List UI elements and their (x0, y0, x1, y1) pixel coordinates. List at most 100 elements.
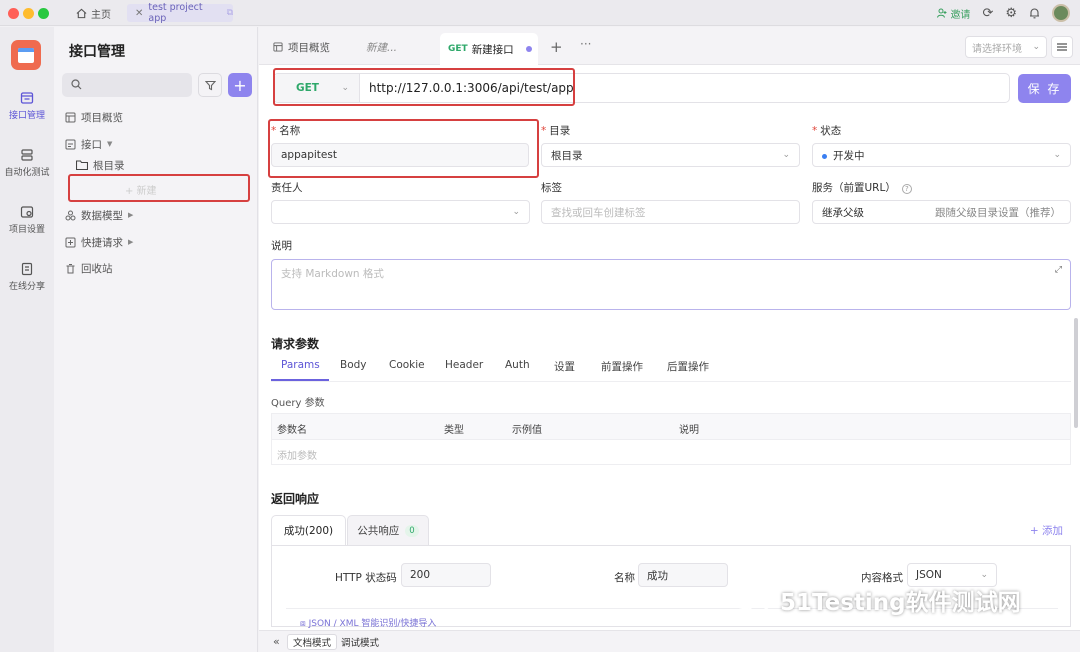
add-tab-button[interactable]: + (550, 38, 563, 56)
external-link-icon[interactable]: ⧉ (227, 8, 233, 18)
new-item-button[interactable]: + 新建 (125, 182, 157, 197)
caret-right-icon[interactable]: ▶ (128, 238, 133, 246)
sidebar-item-overview[interactable]: 项目概览 (65, 109, 123, 125)
icon-rail: 接口管理 自动化测试 项目设置 在线分享 (0, 27, 54, 652)
sidebar-item-recycle[interactable]: 回收站 (65, 260, 113, 276)
search-input[interactable] (62, 73, 192, 97)
collapse-icon[interactable]: « (273, 635, 280, 648)
tab-settings[interactable]: 设置 (554, 359, 575, 374)
zoom-window-button[interactable] (38, 8, 49, 19)
tags-input[interactable]: 查找或回车创建标签 (541, 200, 800, 224)
sidebar-item-models[interactable]: 数据模型 ▶ (65, 207, 133, 223)
json-import-link[interactable]: ⧈ JSON / XML 智能识别/快捷导入 (300, 616, 436, 629)
status-select[interactable]: 开发中 ⌄ (812, 143, 1071, 167)
doc-mode-button[interactable]: 文档模式 (287, 634, 338, 650)
rail-item-automation[interactable]: 自动化测试 (0, 148, 54, 178)
tab-new-api[interactable]: GET 新建接口 (440, 33, 538, 65)
tab-draft[interactable]: 新建... (366, 37, 397, 57)
service-label: 服务（前置URL）? (812, 180, 912, 195)
directory-label: * 目录 (541, 125, 571, 137)
folder-icon (76, 160, 88, 170)
sidebar-item-quick[interactable]: 快捷请求 ▶ (65, 234, 133, 250)
chevron-down-icon: ⌄ (980, 570, 988, 580)
directory-select[interactable]: 根目录 ⌄ (541, 143, 800, 167)
tab-bar: 项目概览 新建... GET 新建接口 + ··· 请选择环境 ⌄ (259, 27, 1080, 65)
tab-common-response[interactable]: 公共响应 0 (347, 515, 429, 545)
sidebar-item-label: 接口 (81, 138, 102, 151)
project-tab-label: test project app (148, 2, 203, 24)
add-param-input[interactable]: 添加参数 (277, 447, 317, 462)
environment-select[interactable]: 请选择环境 ⌄ (965, 36, 1047, 58)
tab-params[interactable]: Params (281, 359, 320, 371)
sidebar-item-root[interactable]: 根目录 (76, 157, 125, 173)
filter-button[interactable] (198, 73, 222, 97)
service-select[interactable]: 继承父级 跟随父级目录设置（推荐） (812, 200, 1071, 224)
caret-right-icon[interactable]: ▶ (128, 211, 133, 219)
rail-label-automation: 自动化测试 (4, 168, 50, 178)
service-hint: 跟随父级目录设置（推荐） (935, 206, 1061, 219)
unsaved-dot-icon (525, 46, 532, 52)
rail-item-settings[interactable]: 项目设置 (0, 205, 54, 235)
status-label: * 状态 (812, 125, 842, 137)
gear-icon[interactable]: ⚙ (1005, 6, 1017, 21)
add-response-button[interactable]: + 添加 (1030, 523, 1063, 538)
sidebar-item-label: 数据模型 (81, 209, 123, 222)
data-model-icon (65, 210, 76, 220)
tab-success[interactable]: 成功(200) (271, 515, 346, 545)
caret-down-icon[interactable]: ▼ (107, 140, 112, 148)
tab-auth[interactable]: Auth (505, 359, 530, 371)
search-icon (71, 79, 82, 90)
automation-icon (21, 149, 33, 161)
close-window-button[interactable] (8, 8, 19, 19)
invite-button[interactable]: 邀请 (937, 6, 970, 21)
scrollbar[interactable] (1074, 318, 1078, 428)
rail-item-share[interactable]: 在线分享 (0, 262, 54, 292)
more-icon[interactable]: ··· (580, 37, 591, 51)
request-params-title: 请求参数 (271, 337, 320, 351)
overview-icon (65, 112, 76, 122)
expand-icon[interactable]: ⤢ (1055, 265, 1062, 275)
tab-post-ops[interactable]: 后置操作 (667, 359, 709, 374)
project-tab[interactable]: ✕ test project app ⧉ (127, 2, 233, 24)
rail-item-api[interactable]: 接口管理 (0, 91, 54, 121)
add-button[interactable]: + (228, 73, 252, 97)
bell-icon[interactable] (1029, 7, 1040, 19)
avatar[interactable] (1052, 4, 1070, 22)
save-button[interactable]: 保 存 (1018, 74, 1071, 103)
query-params-table: 参数名 类型 示例值 说明 添加参数 (271, 413, 1071, 465)
chevron-down-icon: ⌄ (782, 150, 790, 160)
tabs-divider (271, 381, 1071, 382)
tab-label: 新建... (366, 41, 398, 54)
debug-mode-button[interactable]: 调试模式 (336, 634, 384, 650)
main-panel: 项目概览 新建... GET 新建接口 + ··· 请选择环境 ⌄ GET ⌄ … (259, 27, 1080, 652)
tab-body[interactable]: Body (340, 359, 367, 371)
menu-button[interactable] (1051, 36, 1073, 58)
column-header: 说明 (679, 425, 699, 436)
overview-icon (273, 42, 283, 52)
close-tab-icon[interactable]: ✕ (135, 8, 143, 19)
column-header: 参数名 (277, 425, 307, 436)
query-params-label: Query 参数 (271, 398, 325, 409)
tab-pre-ops[interactable]: 前置操作 (601, 359, 643, 374)
bottom-bar: « 文档模式 调试模式 (259, 630, 1080, 652)
description-input[interactable]: 支持 Markdown 格式 ⤢ (271, 259, 1071, 310)
tab-header[interactable]: Header (445, 359, 483, 371)
tab-cookie[interactable]: Cookie (389, 359, 425, 371)
home-tab[interactable]: 主页 (76, 5, 111, 21)
response-name-input[interactable]: 成功 (638, 563, 728, 587)
sync-icon[interactable]: ⟳ (982, 6, 993, 21)
owner-select[interactable]: ⌄ (271, 200, 530, 224)
watermark-text: 51Testing软件测试网 (780, 590, 1021, 616)
hamburger-icon (1057, 43, 1067, 51)
sidebar-item-apis[interactable]: 接口 ▼ (65, 136, 112, 152)
column-header: 类型 (444, 425, 464, 436)
active-tab-indicator (271, 379, 329, 381)
home-label: 主页 (91, 9, 111, 21)
http-code-input[interactable]: 200 (401, 563, 491, 587)
tab-overview[interactable]: 项目概览 (273, 37, 330, 57)
invite-label: 邀请 (950, 9, 971, 21)
sidebar-item-label: 根目录 (93, 159, 125, 172)
minimize-window-button[interactable] (23, 8, 34, 19)
response-title: 返回响应 (271, 492, 320, 506)
settings-icon (20, 206, 34, 218)
